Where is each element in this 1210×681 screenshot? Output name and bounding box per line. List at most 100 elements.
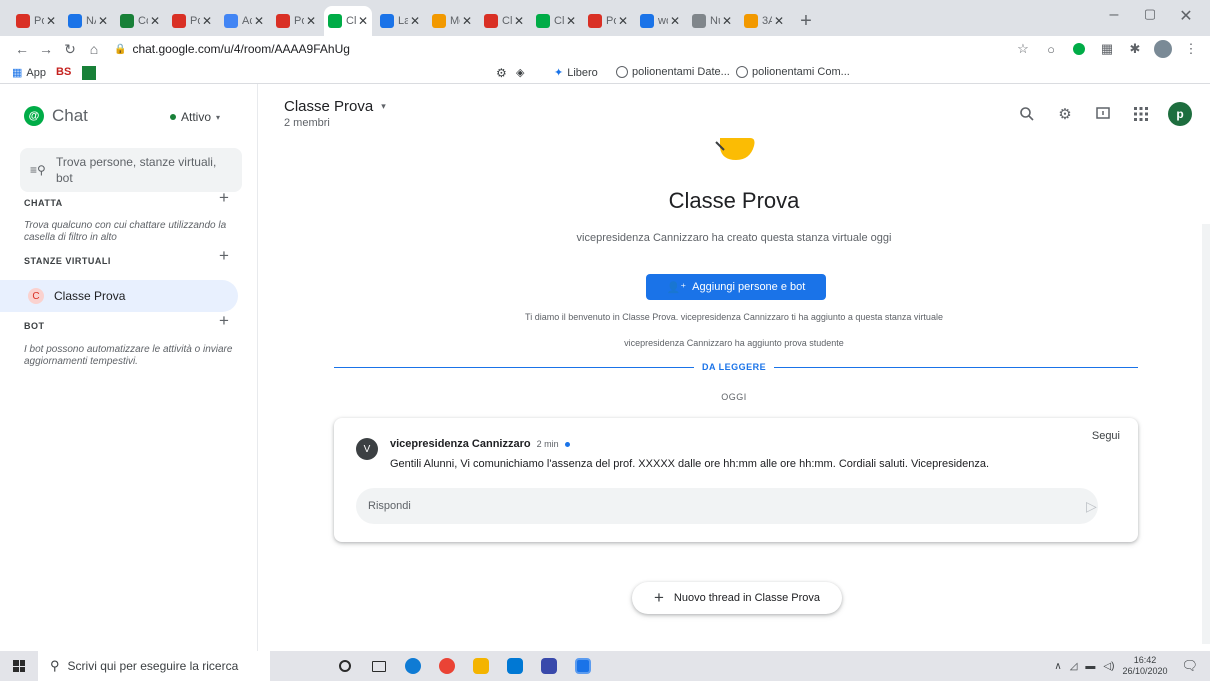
bookmark-settings[interactable]: ⚙	[496, 66, 507, 80]
add-person-icon: 👤⁺	[666, 281, 687, 294]
back-icon[interactable]: ←	[10, 41, 34, 57]
extension-green-icon[interactable]	[1070, 40, 1088, 58]
tab-close-icon[interactable]: ✕	[410, 14, 420, 28]
search-input[interactable]: ≡⚲ Trova persone, stanze virtuali, bot	[20, 148, 242, 192]
tab-close-icon[interactable]: ✕	[358, 14, 368, 28]
sidebar-item-classe-prova[interactable]: C Classe Prova	[0, 280, 238, 312]
settings-gear-icon[interactable]: ⚙	[1054, 103, 1076, 125]
tab-close-icon[interactable]: ✕	[46, 14, 56, 28]
tab-close-icon[interactable]: ✕	[98, 14, 108, 28]
bookmark-com[interactable]: polionentami Com...	[736, 66, 850, 78]
browser-tab[interactable]: Pos✕	[272, 6, 320, 36]
taskbar-search-input[interactable]: ⚲ Scrivi qui per eseguire la ricerca	[38, 651, 270, 681]
sender-name[interactable]: vicepresidenza Cannizzaro	[390, 438, 531, 450]
chat-logo-row[interactable]: @ Chat	[24, 106, 88, 126]
extensions-puzzle-icon[interactable]: ✱	[1126, 40, 1144, 58]
tab-close-icon[interactable]: ✕	[722, 14, 732, 28]
file-explorer-icon[interactable]	[466, 651, 496, 681]
bookmark-star-icon[interactable]: ☆	[1014, 40, 1032, 58]
tab-close-icon[interactable]: ✕	[774, 14, 784, 28]
clock[interactable]: 16:42 26/10/2020	[1122, 655, 1167, 677]
reply-input[interactable]: Rispondi	[356, 488, 1098, 524]
chrome-icon[interactable]	[432, 651, 462, 681]
tab-close-icon[interactable]: ✕	[618, 14, 628, 28]
browser-tab[interactable]: Acc✕	[220, 6, 268, 36]
browser-tab[interactable]: Cla✕	[532, 6, 580, 36]
new-thread-button[interactable]: + Nuovo thread in Classe Prova	[632, 582, 842, 614]
tab-close-icon[interactable]: ✕	[514, 14, 524, 28]
browser-tab[interactable]: Cla✕	[324, 6, 372, 36]
notification-icon[interactable]: 🗨	[1181, 658, 1198, 674]
tab-close-icon[interactable]: ✕	[202, 14, 212, 28]
edge-icon[interactable]	[398, 651, 428, 681]
bookmark-bs[interactable]: BS	[56, 66, 71, 78]
close-window-icon[interactable]: ✕	[1172, 6, 1200, 26]
reload-icon[interactable]: ↻	[58, 41, 82, 58]
new-tab-button[interactable]: +	[792, 6, 820, 36]
apps-grid-icon[interactable]	[1130, 103, 1152, 125]
sender-avatar[interactable]: V	[356, 438, 378, 460]
section-title-bot[interactable]: BOT	[24, 321, 45, 331]
cortana-icon[interactable]	[330, 651, 360, 681]
add-room-plus-icon[interactable]: +	[219, 246, 229, 266]
tab-close-icon[interactable]: ✕	[462, 14, 472, 28]
tab-close-icon[interactable]: ✕	[670, 14, 680, 28]
tab-close-icon[interactable]: ✕	[566, 14, 576, 28]
home-icon[interactable]: ⌂	[82, 41, 106, 57]
follow-button[interactable]: Segui	[1092, 430, 1120, 442]
feedback-icon[interactable]	[1092, 103, 1114, 125]
bookmark-apps[interactable]: ▦ App	[12, 66, 46, 80]
send-icon[interactable]: ▷	[1086, 498, 1097, 515]
forward-icon[interactable]: →	[34, 41, 58, 57]
browser-profile-avatar[interactable]	[1154, 40, 1172, 58]
browser-tab[interactable]: Pos✕	[12, 6, 60, 36]
room-header[interactable]: Classe Prova ▾ 2 membri	[284, 98, 386, 129]
tab-label: Pos	[294, 15, 304, 27]
address-bar[interactable]: 🔒 chat.google.com/u/4/room/AAAA9FAhUg	[114, 42, 350, 56]
browser-tab[interactable]: wor✕	[636, 6, 684, 36]
room-title[interactable]: Classe Prova ▾	[284, 98, 386, 115]
network-icon[interactable]: ◿	[1070, 661, 1078, 672]
browser-menu-icon[interactable]: ⋮	[1182, 40, 1200, 58]
add-bot-plus-icon[interactable]: +	[219, 311, 229, 331]
browser-tab[interactable]: Cla✕	[480, 6, 528, 36]
bookmark-shield[interactable]: ◈	[516, 66, 524, 79]
bookmark-date[interactable]: polionentami Date...	[616, 66, 730, 78]
browser-tab[interactable]: Nuo✕	[688, 6, 736, 36]
tab-close-icon[interactable]: ✕	[150, 14, 160, 28]
minimize-icon[interactable]: –	[1100, 6, 1128, 24]
section-title-stanze[interactable]: STANZE VIRTUALI	[24, 256, 111, 266]
tab-favicon-icon	[692, 14, 706, 28]
scrollbar[interactable]	[1202, 224, 1210, 644]
add-chat-plus-icon[interactable]: +	[219, 188, 229, 208]
add-people-bots-button[interactable]: 👤⁺ Aggiungi persone e bot	[646, 274, 826, 300]
bookmark-green[interactable]	[82, 66, 96, 80]
browser-tab[interactable]: Cop✕	[116, 6, 164, 36]
browser-tab[interactable]: Pos✕	[168, 6, 216, 36]
start-button[interactable]	[0, 651, 38, 681]
tab-close-icon[interactable]: ✕	[254, 14, 264, 28]
add-people-label: Aggiungi persone e bot	[692, 281, 806, 293]
browser-tab[interactable]: 3A ✕	[740, 6, 788, 36]
taskbar-app-icon[interactable]	[534, 651, 564, 681]
battery-icon[interactable]: ▬	[1085, 661, 1095, 672]
volume-icon[interactable]: ◁)	[1103, 661, 1114, 672]
room-members-count: 2 membri	[284, 117, 330, 129]
task-view-icon[interactable]	[364, 651, 394, 681]
chevron-up-icon[interactable]: ∧	[1054, 661, 1061, 672]
tab-close-icon[interactable]: ✕	[306, 14, 316, 28]
bookmark-libero[interactable]: ✦ Libero	[554, 66, 598, 80]
extension-circle-icon[interactable]: ○	[1042, 40, 1060, 58]
browser-tab[interactable]: Mei✕	[428, 6, 476, 36]
account-avatar[interactable]: p	[1168, 102, 1192, 126]
taskbar-window-icon[interactable]	[568, 651, 598, 681]
search-icon[interactable]	[1016, 103, 1038, 125]
browser-tab[interactable]: Pos✕	[584, 6, 632, 36]
browser-tab[interactable]: NAI✕	[64, 6, 112, 36]
maximize-icon[interactable]: ▢	[1136, 6, 1164, 22]
section-title-chatta[interactable]: CHATTA	[24, 198, 63, 208]
extension-grid-icon[interactable]: ▦	[1098, 40, 1116, 58]
status-selector[interactable]: Attivo ▾	[170, 110, 220, 124]
store-icon[interactable]	[500, 651, 530, 681]
browser-tab[interactable]: Lav✕	[376, 6, 424, 36]
